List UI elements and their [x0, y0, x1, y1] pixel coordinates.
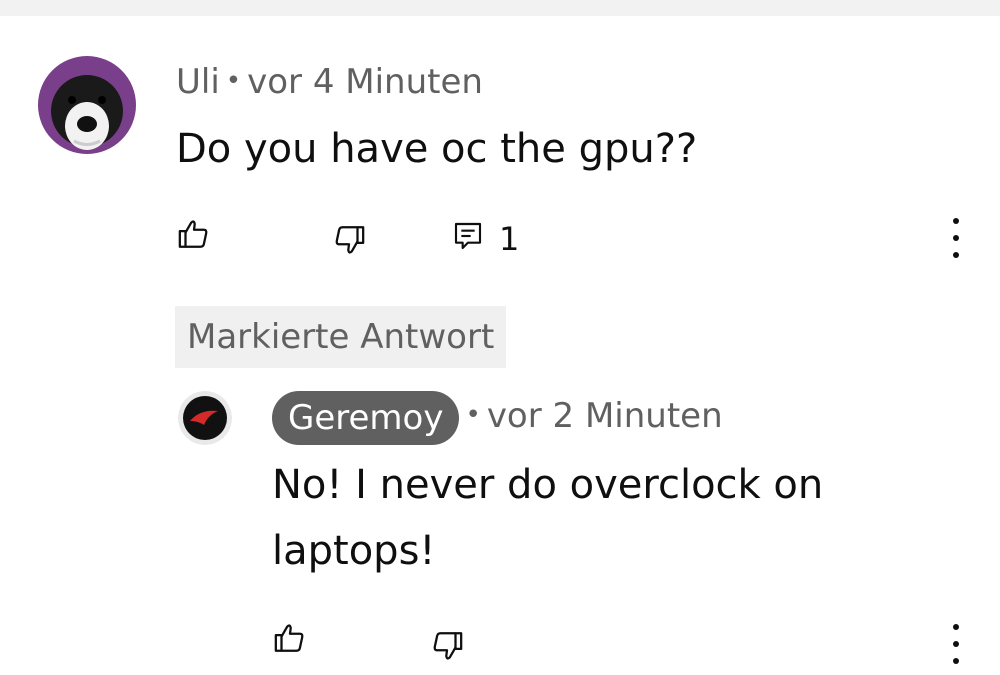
separator-dot: • [225, 66, 242, 96]
comment-meta: Uli • vor 4 Minuten [176, 62, 483, 102]
marked-reply-label: Markierte Antwort [175, 306, 507, 368]
comment-time[interactable]: vor 4 Minuten [247, 62, 483, 102]
comment-author[interactable]: Uli [176, 62, 220, 102]
reply-meta: Geremoy • vor 2 Minuten [272, 388, 723, 445]
separator-dot: • [465, 400, 481, 430]
more-vert-icon[interactable] [951, 218, 961, 258]
reply-time[interactable]: vor 2 Minuten [487, 396, 723, 436]
more-vert-icon[interactable] [951, 624, 961, 664]
reply-author-chip[interactable]: Geremoy [272, 390, 460, 445]
comment-text: Do you have oc the gpu?? [176, 126, 698, 172]
thumbs-down-icon[interactable] [331, 222, 367, 258]
reply-count[interactable]: 1 [499, 220, 519, 258]
comment-icon[interactable] [450, 218, 486, 254]
top-edge-bar [0, 0, 1000, 16]
commenter-avatar[interactable] [38, 56, 136, 154]
replier-avatar[interactable] [178, 391, 232, 445]
thumbs-up-icon[interactable] [176, 216, 212, 252]
reply-text: No! I never do overclock on laptops! [272, 462, 824, 574]
thumbs-down-icon[interactable] [429, 628, 465, 664]
thumbs-up-icon[interactable] [272, 620, 308, 656]
